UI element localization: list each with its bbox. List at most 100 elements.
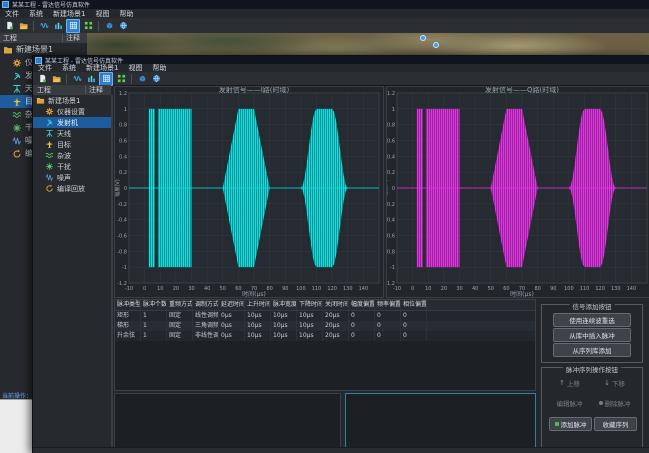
map-marker-icon[interactable] xyxy=(420,35,426,41)
desktop: 某某工程 - 雷达信号仿真软件 文件系统新建场景1视图帮助 工程 注释 新建场景… xyxy=(0,0,649,453)
table-row[interactable]: 矩形1固定线性调频0μs10μs10μs10μs20μs000 xyxy=(115,311,535,321)
svg-text:120: 120 xyxy=(595,286,605,292)
menu-item-2[interactable]: 新建场景1 xyxy=(81,64,123,72)
menu-item-4[interactable]: 帮助 xyxy=(147,64,171,72)
waveform-icon xyxy=(73,74,82,83)
antenna-icon xyxy=(45,129,54,138)
folder-icon xyxy=(3,45,13,55)
toolbar-button-cube[interactable] xyxy=(103,20,115,32)
menu-item-3[interactable]: 视图 xyxy=(90,10,114,18)
svg-text:40: 40 xyxy=(204,286,210,292)
pulse-sequence-ops-group-title: 脉冲序列操作按钮 xyxy=(563,364,621,374)
waveform-icon xyxy=(40,21,49,30)
menu-item-1[interactable]: 系统 xyxy=(57,64,81,72)
noise-icon xyxy=(12,136,22,146)
svg-text:0.2: 0.2 xyxy=(119,170,127,176)
toolbar-button-globe[interactable] xyxy=(150,73,162,85)
table-cell: 1 xyxy=(141,311,167,321)
grid-view-icon xyxy=(102,74,111,83)
add-from-sequence-lib-button[interactable]: 从序列库添加 xyxy=(553,343,631,357)
toolbar-button-waveform[interactable] xyxy=(71,73,83,85)
table-cell: 20μs xyxy=(323,331,349,341)
table-header-cell: 重频方式 xyxy=(167,300,193,310)
svg-text:0: 0 xyxy=(143,286,146,292)
column-divider xyxy=(62,34,63,42)
table-cell: 0 xyxy=(401,331,427,341)
back-project-column-label: 工程 xyxy=(3,33,17,43)
toolbar-button-waveform[interactable] xyxy=(38,20,50,32)
svg-text:140: 140 xyxy=(627,286,637,292)
toolbar-button-new-file[interactable] xyxy=(3,20,15,32)
toolbar-button-new-file[interactable] xyxy=(36,73,48,85)
menu-item-1[interactable]: 系统 xyxy=(24,10,48,18)
move-down-button[interactable]: ↓下移 xyxy=(594,377,635,389)
table-cell: 0 xyxy=(349,311,375,321)
new-file-icon xyxy=(38,74,47,83)
tree-item-target[interactable]: 目标 xyxy=(33,139,111,150)
toolbar-button-chart[interactable] xyxy=(85,73,97,85)
back-window-titlebar[interactable]: 某某工程 - 雷达信号仿真软件 xyxy=(0,0,649,9)
gear-icon xyxy=(12,58,22,68)
edit-pulse-button[interactable]: 编辑脉冲 xyxy=(549,397,590,409)
noise-icon xyxy=(45,173,54,182)
svg-text:0.8: 0.8 xyxy=(119,123,127,129)
menu-item-0[interactable]: 文件 xyxy=(33,64,57,72)
menu-item-4[interactable]: 帮助 xyxy=(114,10,138,18)
svg-text:-0.8: -0.8 xyxy=(387,249,395,255)
toolbar-button-open-folder[interactable] xyxy=(50,73,62,85)
menu-item-3[interactable]: 视图 xyxy=(123,64,147,72)
save-sequence-button[interactable]: 收藏序列 xyxy=(594,417,637,431)
tree-item-label: 天线 xyxy=(57,129,71,139)
table-cell: 10μs xyxy=(297,321,323,331)
toolbar-button-chart[interactable] xyxy=(52,20,64,32)
menu-item-2[interactable]: 新建场景1 xyxy=(48,10,90,18)
tree-item-scene-root[interactable]: 新建场景1 xyxy=(33,95,111,106)
jammer-icon xyxy=(12,123,22,133)
table-header-cell: 脉冲宽度 xyxy=(271,300,297,310)
tree-item-jammer[interactable]: 干扰 xyxy=(33,161,111,172)
table-cell: 1 xyxy=(141,331,167,341)
svg-text:-0.8: -0.8 xyxy=(117,249,127,255)
table-row[interactable]: 升余弦1固定非线性调频0μs10μs10μs10μs20μs000 xyxy=(115,331,535,341)
table-row[interactable]: 梯形1固定三角调频0μs10μs10μs10μs20μs000 xyxy=(115,321,535,331)
table-cell: 固定 xyxy=(167,311,193,321)
toolbar-button-open-folder[interactable] xyxy=(17,20,29,32)
toolbar-button-grid-view[interactable] xyxy=(99,72,113,86)
jammer-icon xyxy=(45,162,54,171)
toolbar-button-scatter-view[interactable] xyxy=(115,73,127,85)
tree-item-antenna[interactable]: 天线 xyxy=(33,128,111,139)
menu-item-0[interactable]: 文件 xyxy=(0,10,24,18)
tree-item-instrument-settings[interactable]: 仪器设置 xyxy=(33,106,111,117)
move-up-button[interactable]: ↑上移 xyxy=(549,377,590,389)
folder-icon xyxy=(36,96,45,105)
svg-text:幅度(V): 幅度(V) xyxy=(387,179,389,196)
tree-item-noise[interactable]: 噪声 xyxy=(33,172,111,183)
back-toolbar xyxy=(0,18,649,34)
toolbar-button-cube[interactable] xyxy=(136,73,148,85)
toolbar-button-scatter-view[interactable] xyxy=(82,20,94,32)
svg-text:0.6: 0.6 xyxy=(387,139,395,145)
table-header-cell: 脉冲类型 xyxy=(115,300,141,310)
bottom-right-panel[interactable] xyxy=(345,393,536,448)
globe-icon xyxy=(119,21,128,30)
tree-item-transmitter[interactable]: 发射机 xyxy=(33,117,111,128)
satellite-map xyxy=(87,33,649,55)
svg-text:90: 90 xyxy=(282,286,288,292)
table-cell: 升余弦 xyxy=(115,331,141,341)
back-window-title: 某某工程 - 雷达信号仿真软件 xyxy=(12,0,90,9)
table-cell: 20μs xyxy=(323,321,349,331)
toolbar-button-globe[interactable] xyxy=(117,20,129,32)
use-cw-reselect-button[interactable]: 使用连续波重选 xyxy=(553,313,631,327)
tree-item-clutter[interactable]: 杂波 xyxy=(33,150,111,161)
app-icon xyxy=(35,57,42,64)
delete-pulse-button[interactable]: 删除脉冲 xyxy=(594,397,635,409)
add-pulse-button[interactable]: 添加脉冲 xyxy=(549,417,592,431)
map-marker-icon[interactable] xyxy=(433,42,439,48)
tree-item-label: 噪声 xyxy=(57,173,71,183)
front-window-titlebar[interactable]: 某某工程 - 雷达信号仿真软件 xyxy=(33,56,649,64)
svg-text:120: 120 xyxy=(327,286,337,292)
replay-icon xyxy=(12,149,22,159)
toolbar-button-grid-view[interactable] xyxy=(66,19,80,33)
tree-item-replay[interactable]: 编译回放 xyxy=(33,183,111,194)
insert-pulse-from-lib-button[interactable]: 从库中插入脉冲 xyxy=(553,328,631,342)
